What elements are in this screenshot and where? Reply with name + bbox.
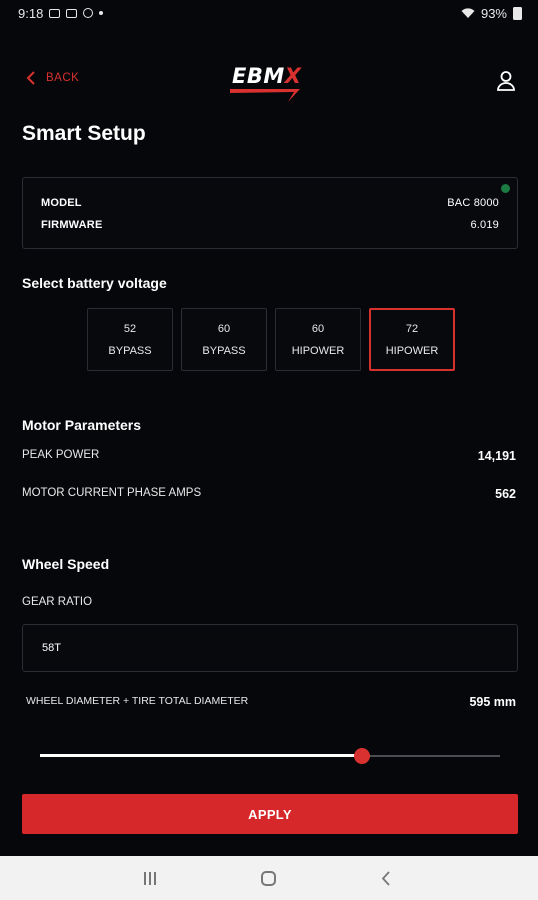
- phase-amps-value: 562: [495, 487, 516, 501]
- wifi-icon: [461, 7, 475, 18]
- logo-text-x: X: [284, 64, 302, 88]
- back-button[interactable]: BACK: [26, 71, 79, 85]
- voltage-options: 52 BYPASS 60 BYPASS 60 HIPOWER 72 HIPOWE…: [87, 308, 455, 371]
- recent-apps-icon[interactable]: [144, 872, 160, 885]
- apply-button[interactable]: APPLY: [22, 794, 518, 834]
- status-bar: 9:18 93%: [0, 0, 538, 26]
- connection-status-dot: [501, 184, 510, 193]
- voltage-option-60-bypass[interactable]: 60 BYPASS: [181, 308, 267, 371]
- battery-icon: [513, 6, 522, 20]
- battery-percent: 93%: [480, 5, 507, 21]
- status-time: 9:18: [18, 5, 44, 21]
- home-icon[interactable]: [261, 871, 276, 886]
- voltage-option-52-bypass[interactable]: 52 BYPASS: [87, 308, 173, 371]
- mail-icon: [66, 8, 78, 18]
- voltage-mode: BYPASS: [108, 344, 152, 357]
- logo-text: EBMX: [232, 64, 301, 88]
- voltage-mode: HIPOWER: [385, 344, 439, 357]
- gear-ratio-row: GEAR RATIO: [22, 596, 516, 608]
- diameter-slider[interactable]: [40, 746, 500, 766]
- gear-ratio-value: 58T: [42, 642, 61, 654]
- diameter-label: WHEEL DIAMETER + TIRE TOTAL DIAMETER: [26, 695, 249, 707]
- device-info-card: MODEL BAC 8000 FIRMWARE 6.019: [22, 177, 518, 249]
- peak-power-label: PEAK POWER: [22, 449, 100, 461]
- notification-dot-icon: [99, 11, 104, 15]
- model-label: MODEL: [41, 197, 82, 209]
- phase-amps-row: MOTOR CURRENT PHASE AMPS 562: [22, 487, 516, 501]
- firmware-value: 6.019: [470, 219, 499, 231]
- firmware-row: FIRMWARE 6.019: [41, 219, 499, 231]
- phase-amps-label: MOTOR CURRENT PHASE AMPS: [22, 487, 202, 499]
- system-nav-bar: [0, 856, 538, 900]
- voltage-heading: Select battery voltage: [22, 275, 167, 291]
- globe-icon: [83, 8, 94, 18]
- page-title: Smart Setup: [22, 122, 146, 145]
- wheel-heading: Wheel Speed: [22, 556, 110, 572]
- gear-ratio-input[interactable]: 58T: [22, 624, 518, 672]
- voltage-value: 52: [123, 322, 137, 335]
- peak-power-value: 14,191: [477, 449, 516, 463]
- model-value: BAC 8000: [447, 197, 499, 209]
- back-nav-icon[interactable]: [380, 871, 392, 886]
- diameter-row: WHEEL DIAMETER + TIRE TOTAL DIAMETER 595…: [26, 695, 516, 709]
- voltage-option-60-hipower[interactable]: 60 HIPOWER: [275, 308, 361, 371]
- voltage-mode: BYPASS: [202, 344, 246, 357]
- voltage-value: 60: [311, 322, 325, 335]
- slider-fill: [40, 754, 362, 757]
- gallery-icon: [49, 8, 61, 18]
- voltage-value: 72: [405, 322, 419, 335]
- profile-button[interactable]: [496, 70, 516, 92]
- voltage-mode: HIPOWER: [291, 344, 345, 357]
- status-right: 93%: [461, 6, 522, 21]
- diameter-value: 595 mm: [469, 695, 516, 709]
- user-icon: [497, 71, 515, 91]
- voltage-value: 60: [217, 322, 231, 335]
- back-label: BACK: [46, 72, 80, 84]
- gear-ratio-label: GEAR RATIO: [22, 596, 93, 608]
- status-left: 9:18: [18, 5, 104, 21]
- ebmx-logo: EBMX: [230, 62, 310, 102]
- peak-power-row: PEAK POWER 14,191: [22, 449, 516, 463]
- app-header: BACK EBMX: [0, 58, 538, 106]
- slider-thumb[interactable]: [354, 748, 370, 764]
- motor-heading: Motor Parameters: [22, 417, 142, 433]
- chevron-left-icon: [26, 71, 35, 85]
- voltage-option-72-hipower[interactable]: 72 HIPOWER: [369, 308, 455, 371]
- logo-text-ebm: EBM: [232, 64, 285, 88]
- firmware-label: FIRMWARE: [41, 219, 103, 231]
- model-row: MODEL BAC 8000: [41, 197, 499, 209]
